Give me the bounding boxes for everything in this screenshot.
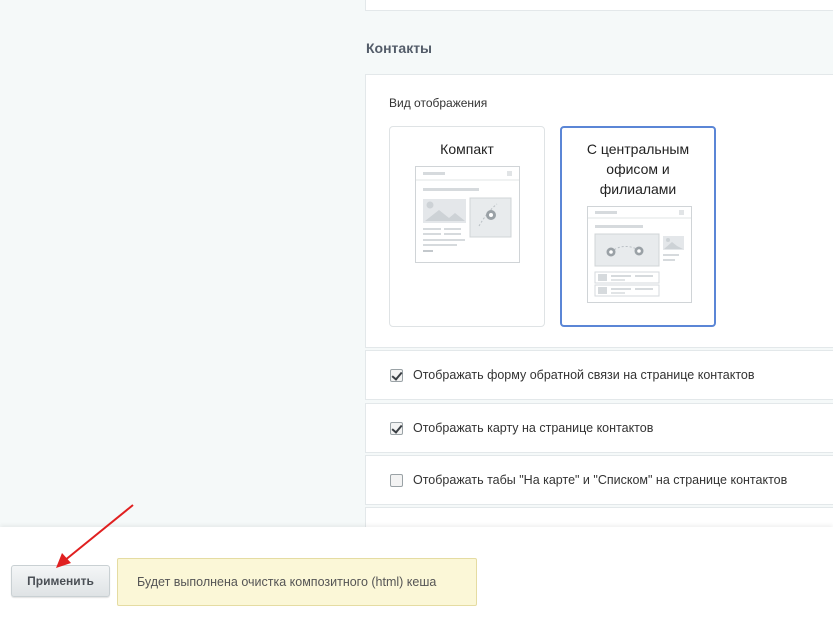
option-compact[interactable]: Компакт [389, 126, 545, 327]
previous-section-card [365, 0, 833, 11]
checkbox-row-map[interactable]: Отображать карту на странице контактов [365, 403, 833, 453]
option-central-title: С центральным офисом и филиалами [586, 141, 690, 197]
cache-notice-text: Будет выполнена очистка композитного (ht… [137, 575, 437, 589]
compact-layout-preview-icon [415, 166, 520, 263]
tabs-label: Отображать табы "На карте" и "Списком" н… [413, 473, 788, 487]
checkbox-row-tabs[interactable]: Отображать табы "На карте" и "Списком" н… [365, 455, 833, 505]
feedback-form-checkbox[interactable] [390, 368, 403, 382]
option-compact-title: Компакт [440, 141, 494, 157]
option-central-office[interactable]: С центральным офисом и филиалами [560, 126, 716, 327]
central-office-layout-preview-icon [587, 206, 692, 303]
map-checkbox[interactable] [390, 421, 403, 435]
section-title: Контакты [366, 40, 433, 56]
feedback-form-label: Отображать форму обратной связи на стран… [413, 368, 755, 382]
apply-button[interactable]: Применить [11, 565, 110, 597]
view-label: Вид отображения [389, 96, 488, 110]
map-label: Отображать карту на странице контактов [413, 421, 654, 435]
cache-notice: Будет выполнена очистка композитного (ht… [117, 558, 477, 606]
tabs-checkbox[interactable] [390, 473, 403, 487]
checkbox-row-feedback-form[interactable]: Отображать форму обратной связи на стран… [365, 350, 833, 400]
